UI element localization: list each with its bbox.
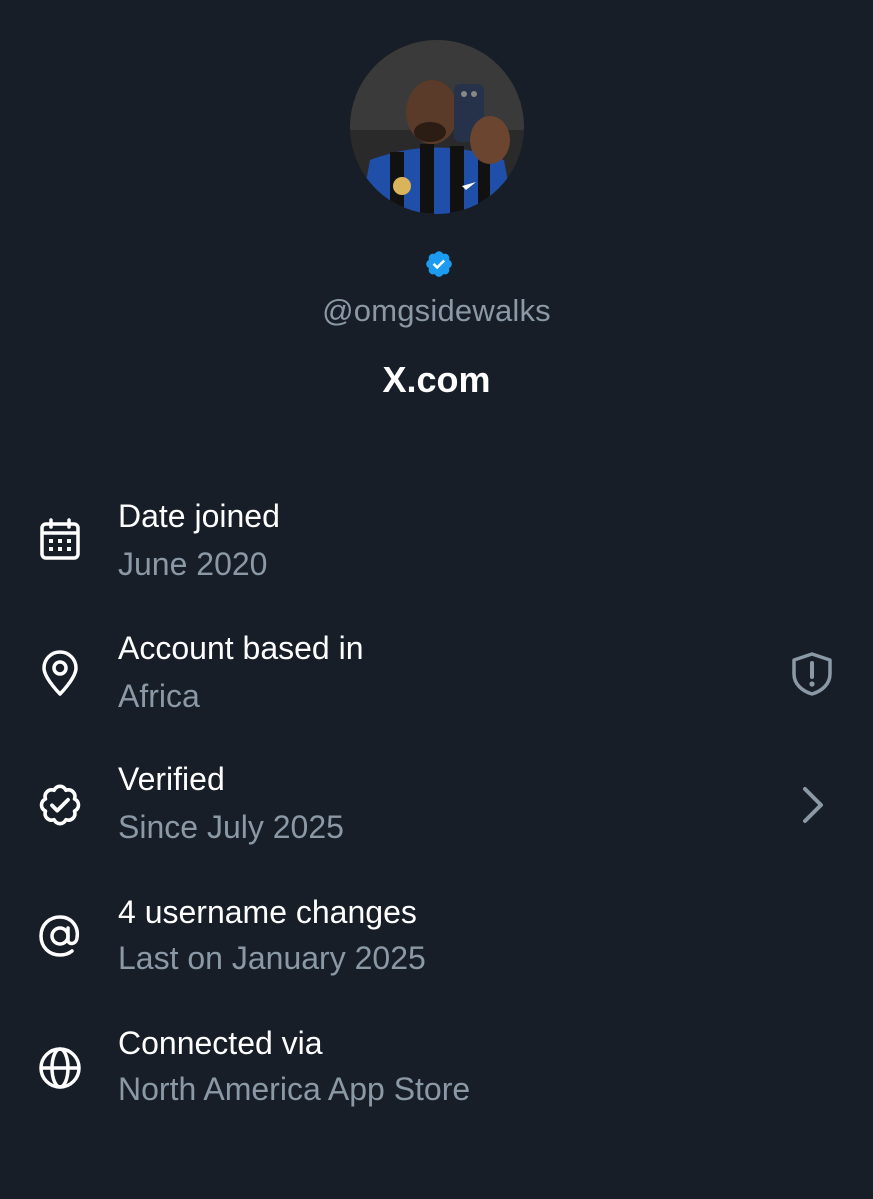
verified-seal-icon bbox=[36, 781, 84, 829]
chevron-right-icon[interactable] bbox=[788, 781, 836, 829]
row-title: 4 username changes bbox=[118, 894, 417, 930]
calendar-icon bbox=[36, 516, 84, 564]
profile-handle: @omgsidewalks bbox=[322, 293, 551, 328]
globe-icon bbox=[36, 1044, 84, 1092]
row-connected-via: Connected via North America App Store bbox=[0, 1007, 873, 1127]
row-title: Date joined bbox=[118, 498, 280, 534]
avatar[interactable] bbox=[350, 40, 524, 214]
row-verified[interactable]: Verified Since July 2025 bbox=[0, 743, 873, 863]
row-account-based-in: Account based in Africa bbox=[0, 612, 873, 732]
row-title: Verified bbox=[118, 761, 225, 797]
row-title: Account based in bbox=[118, 630, 364, 666]
row-subtitle: Last on January 2025 bbox=[118, 940, 426, 976]
shield-alert-icon[interactable] bbox=[788, 650, 836, 698]
verified-badge-icon[interactable] bbox=[424, 249, 454, 279]
row-date-joined: Date joined June 2020 bbox=[0, 480, 873, 600]
at-sign-icon bbox=[36, 912, 84, 960]
row-subtitle: June 2020 bbox=[118, 546, 268, 582]
row-username-changes: 4 username changes Last on January 2025 bbox=[0, 876, 873, 996]
row-subtitle: North America App Store bbox=[118, 1071, 471, 1107]
location-pin-icon bbox=[36, 650, 84, 698]
row-subtitle: Since July 2025 bbox=[118, 809, 344, 845]
site-name: X.com bbox=[382, 359, 491, 400]
profile-photo bbox=[350, 40, 524, 214]
row-subtitle: Africa bbox=[118, 678, 200, 714]
row-title: Connected via bbox=[118, 1025, 323, 1061]
